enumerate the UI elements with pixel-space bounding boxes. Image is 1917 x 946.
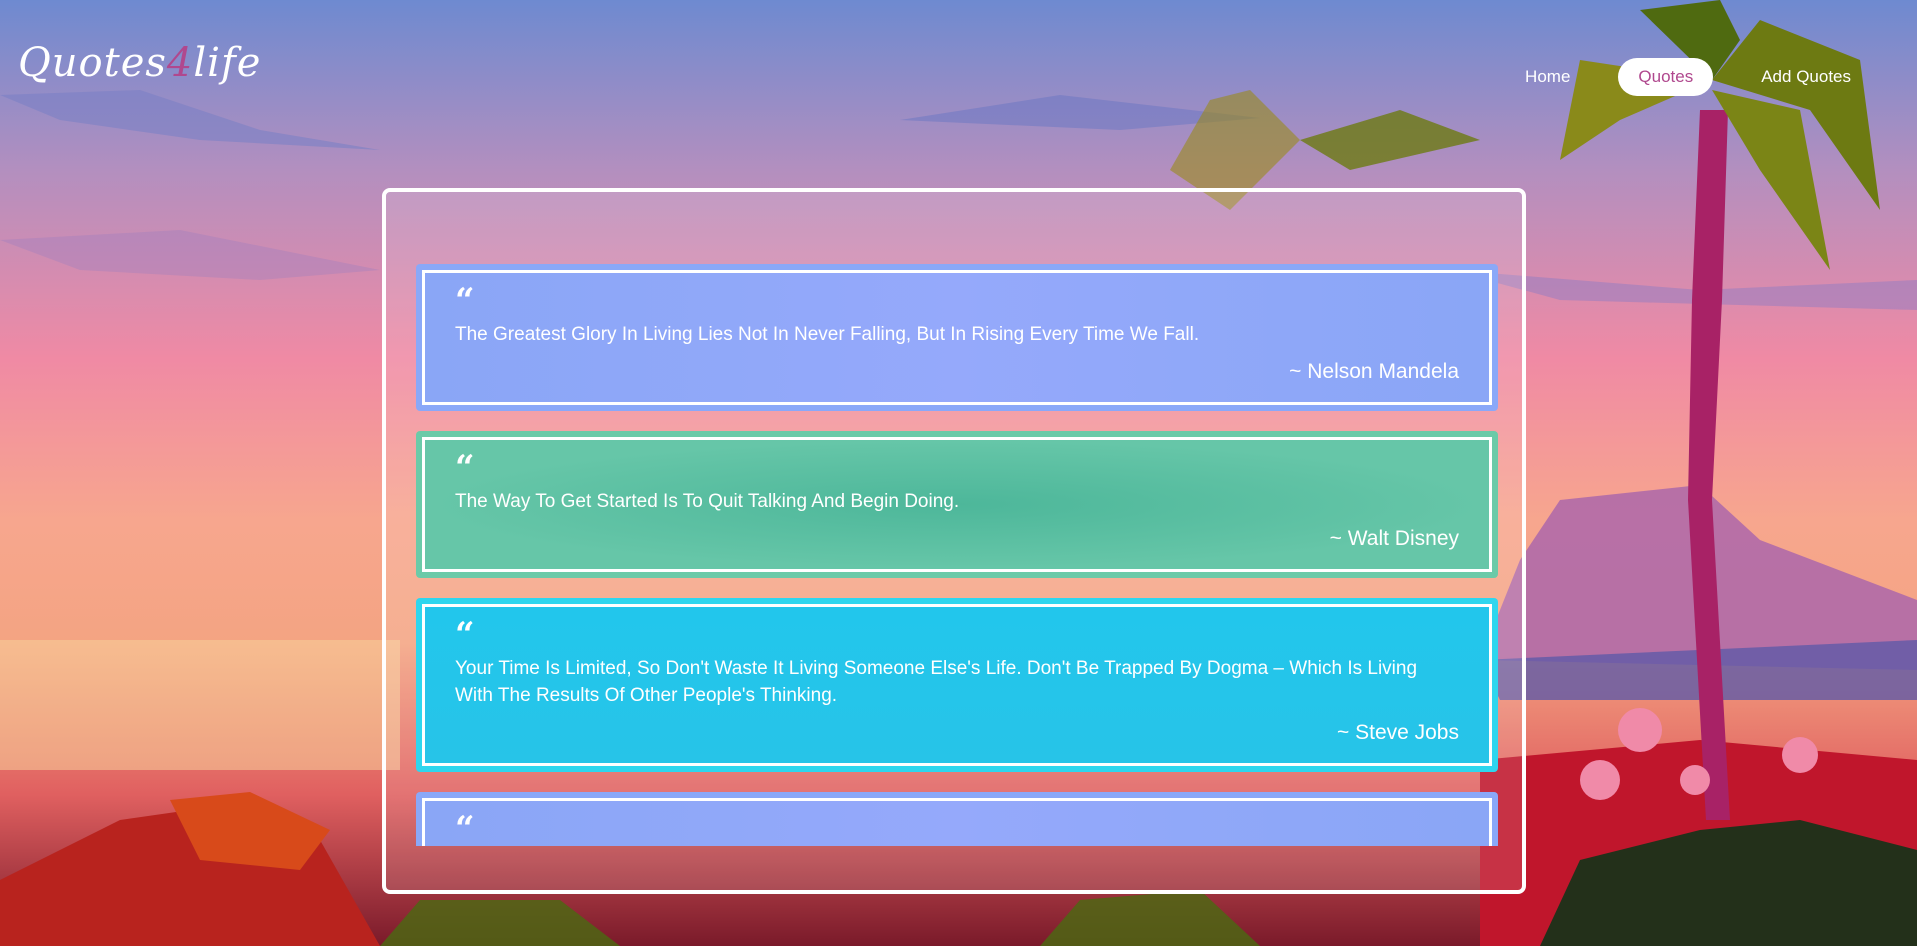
quote-card: “ Your Time Is Limited, So Don't Waste I… — [416, 598, 1498, 772]
quote-card: “ The Way To Get Started Is To Quit Talk… — [416, 431, 1498, 578]
quote-mark-icon: “ — [455, 281, 475, 321]
main-nav: Home Quotes Add Quotes — [1505, 58, 1871, 96]
quote-mark-icon: “ — [455, 809, 475, 846]
quote-card-inner: “ The Greatest Glory In Living Lies Not … — [422, 270, 1492, 405]
quotes-panel: “ The Greatest Glory In Living Lies Not … — [382, 188, 1526, 894]
quote-card-inner: “ Your Time Is Limited, So Don't Waste I… — [422, 604, 1492, 766]
nav-home-link[interactable]: Home — [1505, 58, 1590, 96]
quote-card: “ The Greatest Glory In Living Lies Not … — [416, 264, 1498, 411]
logo-accent: 4 — [166, 40, 194, 86]
quote-text: The Way To Get Started Is To Quit Talkin… — [455, 491, 960, 512]
nav-quotes-link[interactable]: Quotes — [1618, 58, 1714, 96]
logo-suffix: life — [193, 40, 262, 86]
quote-text: Your Time Is Limited, So Don't Waste It … — [455, 658, 1418, 706]
quote-author: ~ Steve Jobs — [1337, 721, 1459, 744]
quote-card-inner: “ — [422, 798, 1492, 846]
quote-card-inner: “ The Way To Get Started Is To Quit Talk… — [422, 437, 1492, 572]
site-logo[interactable]: Quotes4life — [18, 40, 261, 86]
quote-mark-icon: “ — [455, 448, 475, 488]
nav-add-quotes-link[interactable]: Add Quotes — [1741, 58, 1871, 96]
quotes-list[interactable]: “ The Greatest Glory In Living Lies Not … — [416, 264, 1498, 846]
quote-mark-icon: “ — [455, 615, 475, 655]
quote-card: “ — [416, 792, 1498, 846]
quote-text: The Greatest Glory In Living Lies Not In… — [455, 324, 1200, 345]
quote-author: ~ Walt Disney — [1329, 527, 1459, 550]
quote-author: ~ Nelson Mandela — [1289, 360, 1459, 383]
logo-prefix: Quotes — [18, 40, 167, 86]
